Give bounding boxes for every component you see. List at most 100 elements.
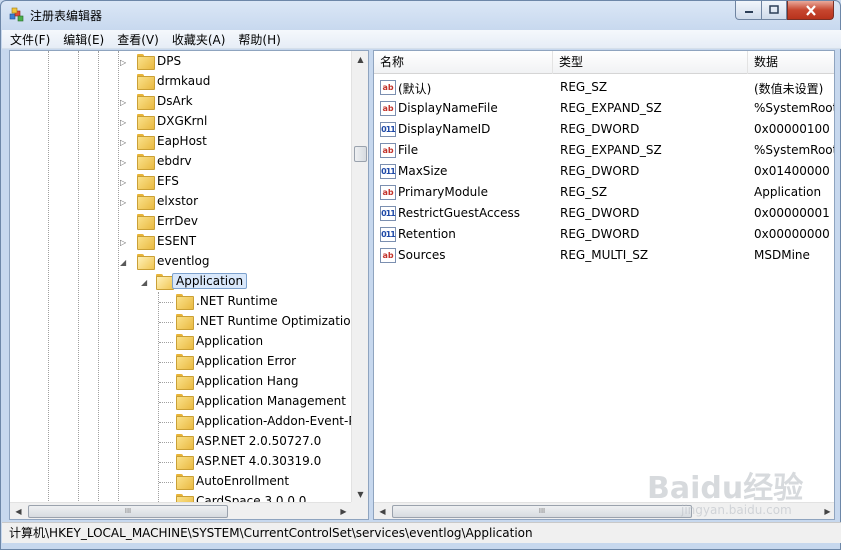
menu-item-2[interactable]: 查看(V) (117, 31, 159, 48)
tree-node[interactable]: AutoEnrollment (10, 472, 352, 492)
tree-node-label[interactable]: Application Management (196, 394, 346, 408)
registry-tree[interactable]: ▷ DPS drmkaud ▷ DsArk ▷ DXGKrnl ▷ EapHost ▷ ebdrv ▷… (10, 51, 352, 503)
tree-node-label[interactable]: ESENT (157, 234, 196, 248)
tree-node[interactable]: ◢ Application (10, 272, 352, 292)
tree-node[interactable]: ▷ EFS (10, 172, 352, 192)
folder-icon (176, 334, 194, 350)
tree-node-label[interactable]: DPS (157, 54, 181, 68)
tree-node-label[interactable]: eventlog (157, 254, 209, 268)
tree-horizontal-scrollbar[interactable]: ◀ III ▶ (10, 502, 352, 519)
tree-node[interactable]: ASP.NET 4.0.30319.0 (10, 452, 352, 472)
expand-arrow-icon[interactable]: ▷ (120, 118, 129, 127)
tree-node[interactable]: ▷ DsArk (10, 92, 352, 112)
binary-value-icon: 011 (380, 164, 396, 179)
value-row[interactable]: ab PrimaryModule REG_SZ Application (374, 182, 834, 203)
tree-node[interactable]: ▷ ebdrv (10, 152, 352, 172)
folder-icon (137, 174, 155, 190)
value-row[interactable]: 011 RestrictGuestAccess REG_DWORD 0x0000000… (374, 203, 834, 224)
tree-node-label[interactable]: DsArk (157, 94, 193, 108)
minimize-icon (744, 11, 753, 13)
collapse-arrow-icon[interactable]: ◢ (141, 278, 150, 287)
folder-icon (176, 454, 194, 470)
tree-node-label[interactable]: ErrDev (157, 214, 198, 228)
value-data: 0x01400000 (2 (754, 164, 834, 178)
tree-node-label[interactable]: AutoEnrollment (196, 474, 289, 488)
expand-arrow-icon[interactable]: ▷ (120, 138, 129, 147)
tree-node[interactable]: Application Management (10, 392, 352, 412)
value-row[interactable]: 011DisplayNameID REG_DWORD 0x00000100 (2 (374, 119, 834, 140)
value-row[interactable]: ab DisplayNameFile REG_EXPAND_SZ %SystemRoo… (374, 98, 834, 119)
folder-icon (176, 374, 194, 390)
tree-node-label[interactable]: ASP.NET 2.0.50727.0 (196, 434, 321, 448)
registry-tree-pane[interactable]: ▷ DPS drmkaud ▷ DsArk ▷ DXGKrnl ▷ EapHost ▷ ebdrv ▷… (9, 50, 369, 520)
tree-node-label[interactable]: elxstor (157, 194, 198, 208)
tree-node[interactable]: ▷ EapHost (10, 132, 352, 152)
tree-node-label[interactable]: Application (196, 334, 263, 348)
tree-node-label[interactable]: .NET Runtime Optimization S (196, 314, 352, 328)
tree-node[interactable]: ▷ DPS (10, 52, 352, 72)
expand-arrow-icon[interactable]: ▷ (120, 178, 129, 187)
column-header-data[interactable]: 数据 (748, 51, 834, 74)
tree-node[interactable]: Application-Addon-Event-Pr (10, 412, 352, 432)
column-header-type[interactable]: 类型 (553, 51, 748, 74)
tree-node-label[interactable]: EFS (157, 174, 179, 188)
tree-node[interactable]: Application Error (10, 352, 352, 372)
expand-arrow-icon[interactable]: ▷ (120, 58, 129, 67)
tree-node[interactable]: ErrDev (10, 212, 352, 232)
expand-arrow-icon[interactable]: ▷ (120, 98, 129, 107)
tree-node[interactable]: ▷ elxstor (10, 192, 352, 212)
scroll-right-icon[interactable]: ▶ (335, 503, 352, 519)
scroll-left-icon[interactable]: ◀ (374, 503, 391, 519)
tree-node[interactable]: ◢ eventlog (10, 252, 352, 272)
tree-vscroll-thumb[interactable] (354, 146, 367, 162)
tree-hscroll-thumb[interactable]: III (28, 505, 228, 518)
column-header-name[interactable]: 名称 (374, 51, 553, 74)
tree-node-label[interactable]: drmkaud (157, 74, 210, 88)
tree-node-label[interactable]: EapHost (157, 134, 207, 148)
title-bar[interactable]: 注册表编辑器 (1, 1, 840, 29)
expand-arrow-icon[interactable]: ▷ (120, 238, 129, 247)
value-row[interactable]: ab File REG_EXPAND_SZ %SystemRoot (374, 140, 834, 161)
tree-node[interactable]: Application (10, 332, 352, 352)
expand-arrow-icon[interactable]: ▷ (120, 198, 129, 207)
expand-arrow-icon[interactable]: ▷ (120, 158, 129, 167)
tree-node-label[interactable]: Application (172, 273, 248, 289)
value-row[interactable]: 011MaxSize REG_DWORD 0x01400000 (2 (374, 161, 834, 182)
value-row[interactable]: ab Sources REG_MULTI_SZ MSDMine (374, 245, 834, 266)
close-button[interactable] (787, 1, 834, 20)
tree-vertical-scrollbar[interactable]: ▲ ▼ (351, 51, 368, 503)
tree-node[interactable]: ▷ ESENT (10, 232, 352, 252)
menu-item-3[interactable]: 收藏夹(A) (172, 31, 226, 48)
collapse-arrow-icon[interactable]: ◢ (120, 258, 129, 267)
menu-item-4[interactable]: 帮助(H) (238, 31, 280, 48)
value-row[interactable]: ab (默认) REG_SZ (数值未设置) (374, 77, 834, 98)
tree-node-label[interactable]: Application-Addon-Event-Pr (196, 414, 352, 428)
value-row[interactable]: 011Retention REG_DWORD 0x00000000 (0 (374, 224, 834, 245)
minimize-button[interactable] (735, 1, 762, 20)
scroll-down-icon[interactable]: ▼ (352, 486, 368, 503)
menu-item-1[interactable]: 编辑(E) (63, 31, 104, 48)
tree-node-label[interactable]: Application Error (196, 354, 296, 368)
tree-node[interactable]: .NET Runtime Optimization S (10, 312, 352, 332)
tree-node-label[interactable]: DXGKrnl (157, 114, 207, 128)
tree-node[interactable]: Application Hang (10, 372, 352, 392)
scroll-left-icon[interactable]: ◀ (10, 503, 27, 519)
tree-node[interactable]: drmkaud (10, 72, 352, 92)
folder-icon (137, 254, 155, 270)
tree-node-label[interactable]: ebdrv (157, 154, 192, 168)
folder-icon (137, 194, 155, 210)
registry-values-pane[interactable]: 名称 类型 数据 ab (默认) REG_SZ (数值未设置) ab DisplayNam… (373, 50, 835, 520)
tree-node[interactable]: ▷ DXGKrnl (10, 112, 352, 132)
binary-value-icon: 011 (380, 206, 396, 221)
scroll-up-icon[interactable]: ▲ (352, 51, 368, 68)
tree-guide-line (159, 362, 173, 363)
tree-node[interactable]: ASP.NET 2.0.50727.0 (10, 432, 352, 452)
tree-node-label[interactable]: Application Hang (196, 374, 298, 388)
watermark-sub: jingyan.baidu.com (681, 503, 792, 517)
tree-node[interactable]: .NET Runtime (10, 292, 352, 312)
maximize-button[interactable] (761, 1, 787, 20)
registry-editor-icon (9, 7, 24, 22)
tree-node-label[interactable]: .NET Runtime (196, 294, 278, 308)
tree-node-label[interactable]: ASP.NET 4.0.30319.0 (196, 454, 321, 468)
menu-item-0[interactable]: 文件(F) (10, 31, 50, 48)
